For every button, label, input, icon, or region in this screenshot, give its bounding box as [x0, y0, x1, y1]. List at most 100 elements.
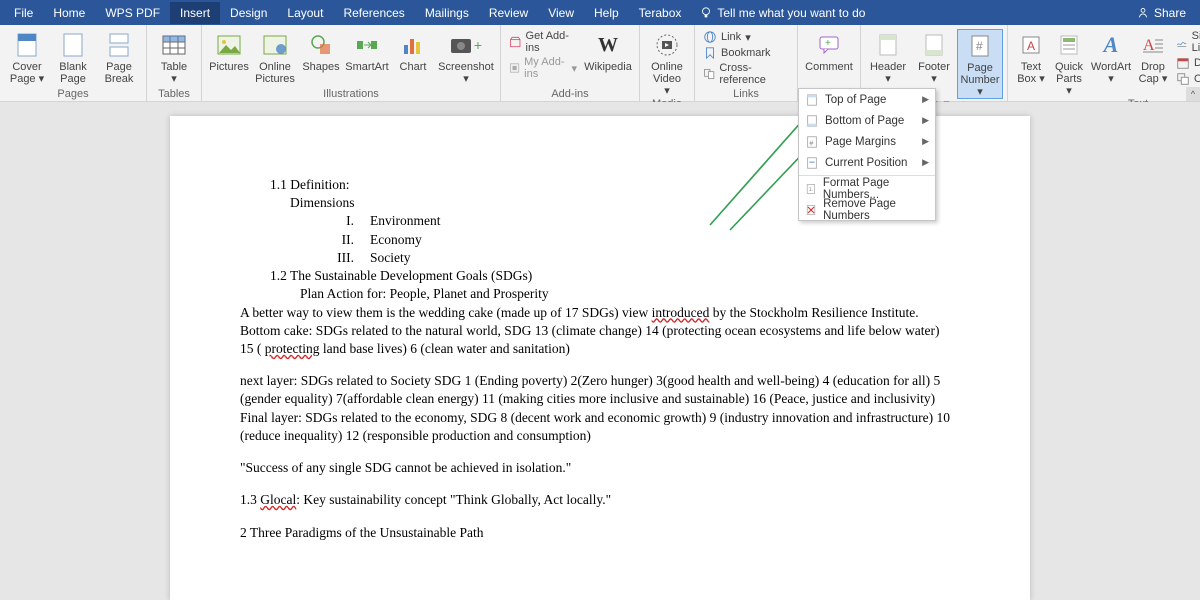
menu-bottom-of-page[interactable]: Bottom of Page▶ [799, 110, 935, 131]
datetime-button[interactable]: Date & Time [1172, 55, 1200, 71]
group-illustrations: Pictures Online Pictures Shapes SmartArt… [202, 25, 501, 101]
online-pictures-button[interactable]: Online Pictures [252, 29, 298, 85]
chart-icon [402, 35, 424, 55]
datetime-icon [1176, 56, 1190, 70]
paragraph: "Success of any single SDG cannot be ach… [240, 459, 960, 477]
paragraph: Final layer: SDGs related to the economy… [240, 409, 960, 445]
dropcap-button[interactable]: ADrop Cap ▾ [1134, 29, 1172, 85]
menu-top-of-page[interactable]: Top of Page▶ [799, 89, 935, 110]
online-video-button[interactable]: Online Video▾ [644, 29, 690, 97]
addins-icon [509, 61, 520, 75]
tab-layout[interactable]: Layout [277, 2, 333, 24]
smartart-button[interactable]: SmartArt [344, 29, 390, 73]
ribbon: Cover Page ▾ Blank Page Page Break Pages… [0, 25, 1200, 102]
tab-review[interactable]: Review [479, 2, 538, 24]
svg-text:#: # [976, 39, 983, 53]
blank-page-button[interactable]: Blank Page [50, 29, 96, 85]
wordart-icon: A [1104, 39, 1119, 51]
shapes-button[interactable]: Shapes [298, 29, 344, 73]
store-icon [509, 35, 522, 49]
svg-text:+: + [825, 38, 831, 49]
paragraph: Bottom cake: SDGs related to the natural… [240, 322, 960, 340]
menu-page-margins[interactable]: #Page Margins▶ [799, 131, 935, 152]
heading-1-2: 1.2 The Sustainable Development Goals (S… [270, 267, 960, 285]
ribbon-collapse-button[interactable]: ^ [1186, 87, 1200, 101]
video-icon [654, 34, 680, 56]
textbox-icon: A [1021, 35, 1041, 55]
textbox-button[interactable]: AText Box ▾ [1012, 29, 1050, 85]
list-item: III.Society [320, 249, 960, 267]
footer-icon [925, 34, 943, 56]
signature-icon [1176, 35, 1188, 49]
document-area[interactable]: 1.1 Definition: Dimensions I.Environment… [0, 102, 1200, 600]
screenshot-icon [450, 36, 472, 54]
menu-remove-page-numbers[interactable]: Remove Page Numbers [799, 199, 935, 220]
tab-mailings[interactable]: Mailings [415, 2, 479, 24]
tab-references[interactable]: References [333, 2, 414, 24]
tab-home[interactable]: Home [43, 2, 95, 24]
bookmark-button[interactable]: Bookmark [699, 45, 793, 61]
group-addins-label: Add-ins [505, 87, 635, 101]
tab-design[interactable]: Design [220, 2, 277, 24]
heading-2: 2 Three Paradigms of the Unsustainable P… [240, 524, 960, 542]
footer-button[interactable]: Footer▾ [911, 29, 957, 85]
text-plan: Plan Action for: People, Planet and Pros… [300, 285, 960, 303]
tab-view[interactable]: View [538, 2, 584, 24]
group-media: Online Video▾ Media [640, 25, 695, 101]
comment-icon: + [818, 35, 840, 55]
tell-me[interactable]: Tell me what you want to do [699, 6, 865, 20]
remove-numbers-icon [805, 203, 817, 217]
group-pages-label: Pages [4, 87, 142, 101]
group-addins: Get Add-ins My Add-ins ▾ WWikipedia Add-… [501, 25, 640, 101]
tab-help[interactable]: Help [584, 2, 629, 24]
group-links-label: Links [699, 87, 793, 101]
menu-current-position[interactable]: Current Position▶ [799, 152, 935, 173]
comment-button[interactable]: +Comment [802, 29, 856, 73]
tab-wpspdf[interactable]: WPS PDF [95, 2, 170, 24]
paragraph: next layer: SDGs related to Society SDG … [240, 372, 960, 408]
tab-terabox[interactable]: Terabox [629, 2, 692, 24]
dropcap-icon: A [1143, 36, 1163, 54]
online-pictures-icon [263, 35, 287, 55]
page-break-button[interactable]: Page Break [96, 29, 142, 85]
current-position-icon [805, 156, 819, 170]
object-button[interactable]: Object ▾ [1172, 71, 1200, 87]
pictures-icon [217, 35, 241, 55]
bookmark-icon [703, 46, 717, 60]
crossref-button[interactable]: Cross-reference [699, 61, 793, 87]
lightbulb-icon [699, 6, 713, 20]
signature-button[interactable]: Signature Line ▾ [1172, 29, 1200, 55]
share-button[interactable]: Share [1126, 6, 1196, 20]
tab-insert[interactable]: Insert [170, 2, 220, 24]
screenshot-button[interactable]: +Screenshot▾ [436, 29, 496, 85]
list-item: II.Economy [320, 231, 960, 249]
group-pages: Cover Page ▾ Blank Page Page Break Pages [0, 25, 147, 101]
menubar: File Home WPS PDF Insert Design Layout R… [0, 0, 1200, 25]
quickparts-button[interactable]: Quick Parts ▾ [1050, 29, 1088, 97]
tab-file[interactable]: File [4, 2, 43, 24]
get-addins-button[interactable]: Get Add-ins [505, 29, 581, 55]
svg-text:1.: 1. [809, 187, 813, 193]
page-number-button[interactable]: #Page Number ▾ [957, 29, 1003, 99]
wikipedia-button[interactable]: WWikipedia [581, 29, 635, 73]
my-addins-button[interactable]: My Add-ins ▾ [505, 55, 581, 81]
cover-page-button[interactable]: Cover Page ▾ [4, 29, 50, 85]
table-button[interactable]: Table▾ [151, 29, 197, 85]
chart-button[interactable]: Chart [390, 29, 436, 73]
quickparts-icon [1060, 35, 1078, 55]
page-top-icon [805, 93, 819, 107]
page-break-icon [109, 33, 129, 57]
svg-text:#: # [809, 140, 813, 147]
group-text: AText Box ▾ Quick Parts ▾ AWordArt▾ ADro… [1008, 25, 1200, 101]
share-label: Share [1154, 6, 1186, 20]
header-icon [879, 34, 897, 56]
header-button[interactable]: Header▾ [865, 29, 911, 85]
format-numbers-icon: 1. [805, 182, 817, 196]
wordart-button[interactable]: AWordArt▾ [1088, 29, 1134, 85]
group-tables-label: Tables [151, 87, 197, 101]
link-button[interactable]: Link ▾ [699, 29, 793, 45]
pictures-button[interactable]: Pictures [206, 29, 252, 73]
menu-format-page-numbers[interactable]: 1.Format Page Numbers... [799, 178, 935, 199]
heading-1-3: 1.3 Glocal: Key sustainability concept "… [240, 491, 960, 509]
blank-page-icon [63, 33, 83, 57]
